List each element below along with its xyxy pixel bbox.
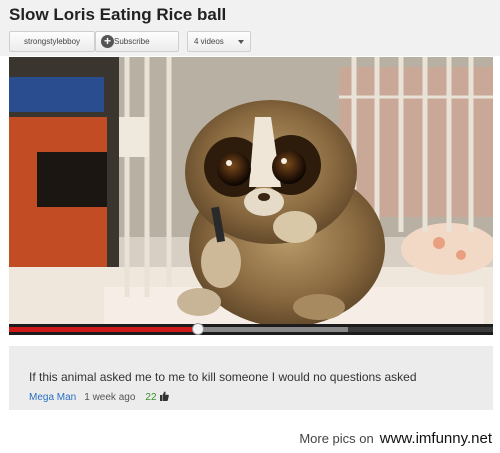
progress-scrubber[interactable] xyxy=(191,323,204,335)
subscribe-label: Subscribe xyxy=(114,37,150,46)
footer-site[interactable]: www.imfunny.net xyxy=(380,430,492,447)
site-footer: More pics on www.imfunny.net xyxy=(299,430,492,448)
progress-played xyxy=(9,327,198,332)
comment-meta: Mega Man 1 week ago 22 xyxy=(29,391,169,404)
footer-prefix: More pics on xyxy=(299,431,374,446)
subscribe-button[interactable]: + Subscribe xyxy=(95,31,179,52)
video-player[interactable] xyxy=(9,57,493,335)
comment-likes: 22 xyxy=(145,392,157,403)
video-title[interactable]: Slow Loris Eating Rice ball xyxy=(9,5,226,25)
video-frame xyxy=(9,57,493,324)
channel-button[interactable]: strongstylebboy xyxy=(9,31,95,52)
thumbs-up-icon[interactable] xyxy=(159,391,169,404)
chevron-down-icon xyxy=(238,40,244,44)
comment-box: If this animal asked me to me to kill so… xyxy=(9,346,493,410)
videos-dropdown[interactable]: 4 videos xyxy=(187,31,251,52)
videos-label: 4 videos xyxy=(194,37,224,46)
plus-circle-icon: + xyxy=(101,35,114,48)
comment-time: 1 week ago xyxy=(84,392,136,403)
video-header: Slow Loris Eating Rice ball strongstyleb… xyxy=(0,0,500,56)
comment-author[interactable]: Mega Man xyxy=(29,392,76,403)
comment-text: If this animal asked me to me to kill so… xyxy=(29,370,417,384)
